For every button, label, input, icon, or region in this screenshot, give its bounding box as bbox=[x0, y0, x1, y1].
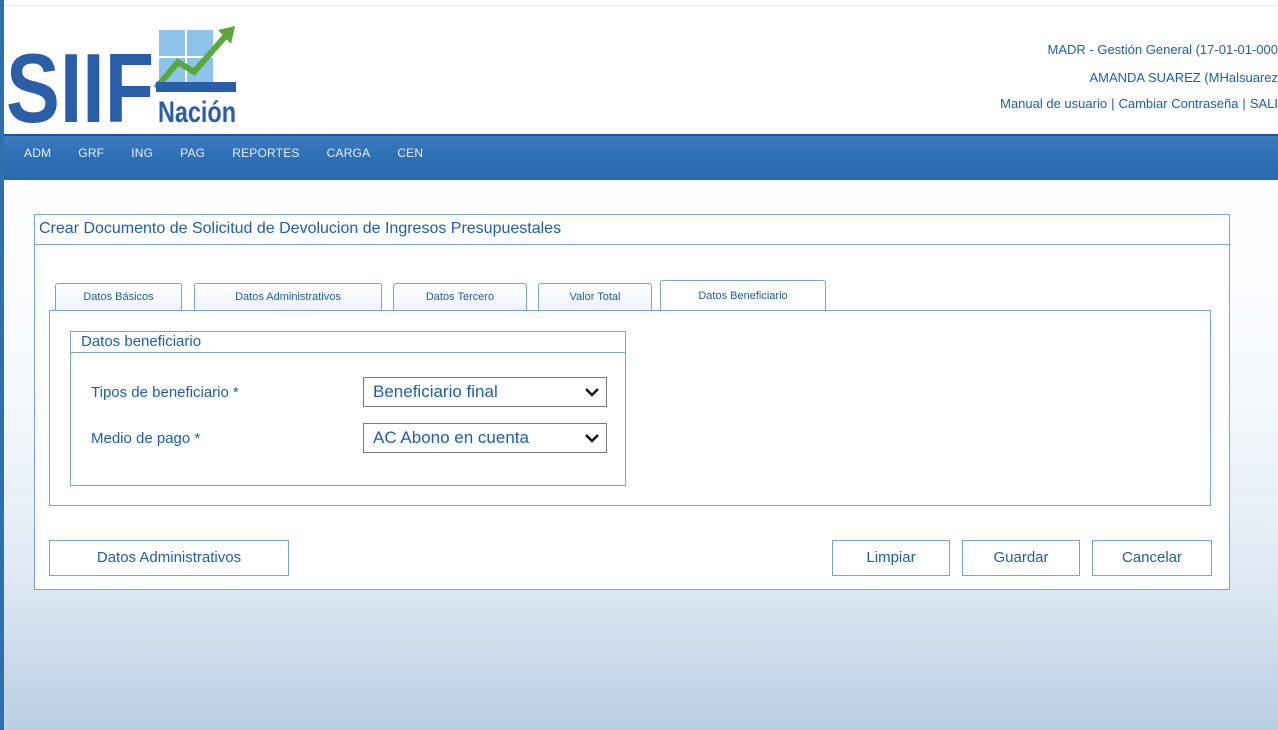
tab-datos-administrativos[interactable]: Datos Administrativos bbox=[194, 283, 382, 310]
beneficiary-type-label: Tipos de beneficiario * bbox=[91, 384, 239, 401]
datos-administrativos-button[interactable]: Datos Administrativos bbox=[49, 540, 289, 576]
top-divider bbox=[0, 5, 1278, 6]
header-links: Manual de usuario | Cambiar Contraseña | SAL… bbox=[1000, 96, 1278, 111]
chevron-down-icon bbox=[585, 388, 599, 397]
tab-datos-tercero[interactable]: Datos Tercero bbox=[393, 283, 527, 310]
form-panel: Crear Documento de Solicitud de Devoluci… bbox=[34, 214, 1230, 590]
menu-item-cen[interactable]: CEN bbox=[397, 146, 423, 160]
chevron-down-icon bbox=[585, 434, 599, 443]
tab-datos-beneficiario[interactable]: Datos Beneficiario bbox=[660, 280, 826, 310]
menu-item-adm[interactable]: ADM bbox=[24, 146, 51, 160]
manual-link[interactable]: Manual de usuario bbox=[1000, 96, 1107, 111]
exit-link[interactable]: SALI bbox=[1250, 96, 1278, 111]
tab-valor-total[interactable]: Valor Total bbox=[538, 283, 652, 310]
main-menu-bar: ADM GRF ING PAG REPORTES CARGA CEN bbox=[0, 134, 1278, 180]
logo-text: SIIF bbox=[6, 33, 154, 129]
tab-datos-basicos[interactable]: Datos Básicos bbox=[55, 283, 182, 310]
cancel-button[interactable]: Cancelar bbox=[1092, 540, 1212, 576]
clear-button[interactable]: Limpiar bbox=[832, 540, 950, 576]
app-header: SIIF Nación MADR - Gestión General (17-0… bbox=[0, 0, 1278, 134]
payment-method-label: Medio de pago * bbox=[91, 430, 201, 447]
link-separator: | bbox=[1111, 96, 1115, 111]
content-area: Crear Documento de Solicitud de Devoluci… bbox=[4, 180, 1278, 730]
menu-item-reportes[interactable]: REPORTES bbox=[232, 146, 299, 160]
page-title: Crear Documento de Solicitud de Devoluci… bbox=[39, 220, 562, 237]
menu-item-carga[interactable]: CARGA bbox=[327, 146, 371, 160]
session-info: MADR - Gestión General (17-01-01-000 AMA… bbox=[758, 42, 1278, 122]
legend-divider bbox=[71, 352, 625, 353]
change-password-link[interactable]: Cambiar Contraseña bbox=[1118, 96, 1238, 111]
payment-method-select[interactable]: AC Abono en cuenta bbox=[363, 423, 607, 453]
beneficiary-type-value: Beneficiario final bbox=[373, 382, 498, 401]
beneficiary-type-select[interactable]: Beneficiario final bbox=[363, 377, 607, 407]
tab-content: Datos beneficiario Tipos de beneficiario… bbox=[49, 310, 1211, 506]
link-separator: | bbox=[1242, 96, 1246, 111]
title-divider bbox=[35, 244, 1229, 245]
menu-item-ing[interactable]: ING bbox=[131, 146, 153, 160]
main-menu: ADM GRF ING PAG REPORTES CARGA CEN bbox=[0, 136, 450, 180]
menu-item-grf[interactable]: GRF bbox=[78, 146, 104, 160]
fieldset-legend: Datos beneficiario bbox=[81, 333, 202, 350]
payment-method-value: AC Abono en cuenta bbox=[373, 428, 529, 447]
user-label: AMANDA SUAREZ (MHalsuarez bbox=[1089, 70, 1278, 85]
save-button[interactable]: Guardar bbox=[962, 540, 1080, 576]
entity-label: MADR - Gestión General (17-01-01-000 bbox=[1047, 42, 1278, 57]
siif-logo: SIIF Nación bbox=[6, 24, 246, 129]
beneficiary-fieldset: Datos beneficiario Tipos de beneficiario… bbox=[70, 331, 626, 486]
menu-item-pag[interactable]: PAG bbox=[180, 146, 205, 160]
logo-subtext: Nación bbox=[158, 96, 236, 129]
window-left-edge bbox=[0, 0, 4, 730]
